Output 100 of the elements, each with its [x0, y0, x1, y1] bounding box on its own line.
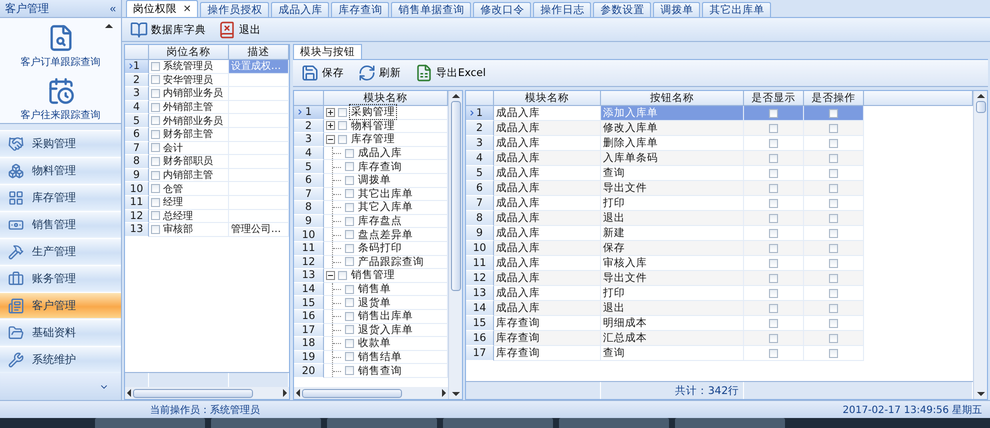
checkbox[interactable] [345, 244, 354, 253]
tab[interactable]: 其它出库单 [702, 2, 772, 17]
horizontal-scrollbar[interactable] [125, 387, 289, 399]
module-button[interactable]: 销售管理 [0, 211, 121, 237]
checkbox[interactable] [345, 162, 354, 172]
checkbox[interactable] [829, 214, 838, 222]
checkbox[interactable] [829, 108, 838, 118]
tree-node[interactable]: 采购管理 [324, 106, 448, 120]
collapse-icon[interactable] [326, 134, 335, 144]
checkbox[interactable] [829, 258, 838, 268]
checkbox[interactable] [769, 334, 778, 342]
tree-node[interactable]: 条码打印 [324, 242, 448, 256]
checkbox[interactable] [829, 138, 838, 148]
module-button[interactable]: 采购管理 [0, 130, 121, 156]
checkbox[interactable] [151, 184, 160, 194]
checkbox[interactable] [345, 148, 354, 158]
checkbox[interactable] [769, 138, 778, 148]
tab[interactable]: 操作日志 [533, 2, 592, 17]
checkbox[interactable] [345, 230, 354, 240]
shortcut-item[interactable]: 客户订单跟踪查询 [20, 24, 100, 69]
tree-node[interactable]: 销售管理 [324, 269, 448, 283]
module-button[interactable]: 客户管理 [0, 292, 121, 318]
checkbox[interactable] [769, 274, 778, 282]
tree-node[interactable]: 退货入库单 [324, 324, 448, 338]
checkbox[interactable] [769, 168, 778, 178]
checkbox[interactable] [769, 198, 778, 208]
tab[interactable]: 库存查询 [331, 2, 390, 17]
tree-node[interactable]: 销售查询 [324, 364, 448, 378]
module-button[interactable]: 物料管理 [0, 157, 121, 183]
checkbox[interactable] [829, 244, 838, 252]
checkbox[interactable] [345, 189, 354, 198]
tab[interactable]: 参数设置 [593, 2, 652, 17]
checkbox[interactable] [151, 224, 160, 234]
checkbox[interactable] [345, 352, 354, 362]
checkbox[interactable] [769, 318, 778, 328]
expand-icon[interactable] [326, 121, 335, 130]
shortcut-item[interactable]: 客户往来跟踪查询 [20, 77, 100, 122]
checkbox[interactable] [769, 124, 778, 132]
tree-node[interactable]: 调拨单 [324, 174, 448, 188]
checkbox[interactable] [769, 348, 778, 358]
checkbox[interactable] [345, 216, 354, 226]
tree-node[interactable]: 成品入库 [324, 146, 448, 160]
checkbox[interactable] [829, 274, 838, 282]
module-button[interactable]: 库存管理 [0, 184, 121, 210]
tree-node[interactable]: 库存管理 [324, 133, 448, 147]
module-button[interactable]: 生产管理 [0, 238, 121, 264]
checkbox[interactable] [829, 168, 838, 178]
tab[interactable]: 成品入库 [271, 2, 330, 17]
tree-node[interactable]: 盘点差异单 [324, 228, 448, 242]
horizontal-scrollbar[interactable] [294, 387, 448, 399]
module-button[interactable]: 基础资料 [0, 319, 121, 345]
toolbar-button[interactable]: 退出 [216, 20, 263, 38]
checkbox[interactable] [151, 102, 160, 112]
checkbox[interactable] [769, 244, 778, 252]
checkbox[interactable] [829, 184, 838, 192]
tab[interactable]: 调拨单 [653, 2, 700, 17]
checkbox[interactable] [769, 228, 778, 238]
checkbox[interactable] [151, 143, 160, 152]
checkbox[interactable] [151, 88, 160, 98]
tree-node[interactable]: 产品跟踪查询 [324, 256, 448, 270]
checkbox[interactable] [829, 198, 838, 208]
checkbox[interactable] [769, 288, 778, 298]
checkbox[interactable] [151, 211, 160, 220]
checkbox[interactable] [345, 325, 354, 334]
tab[interactable]: 销售单据查询 [391, 2, 472, 17]
toolbar-button[interactable]: 导出Excel [413, 64, 488, 82]
expand-icon[interactable] [326, 108, 335, 117]
checkbox[interactable] [769, 108, 778, 118]
checkbox[interactable] [829, 334, 838, 342]
toolbar-button[interactable]: 数据库字典 [128, 20, 208, 38]
tree-node[interactable]: 库存查询 [324, 160, 448, 174]
checkbox[interactable] [829, 154, 838, 162]
scroll-up-icon[interactable] [105, 24, 113, 28]
checkbox[interactable] [338, 108, 347, 117]
checkbox[interactable] [345, 338, 354, 348]
checkbox[interactable] [829, 228, 838, 238]
checkbox[interactable] [769, 154, 778, 162]
close-icon[interactable]: ✕ [183, 4, 192, 14]
checkbox[interactable] [338, 121, 347, 130]
tree-node[interactable]: 其它出库单 [324, 188, 448, 202]
toolbar-button[interactable]: 刷新 [356, 64, 403, 82]
panel-tab[interactable]: 模块与按钮 [293, 44, 362, 59]
checkbox[interactable] [769, 184, 778, 192]
checkbox[interactable] [345, 366, 354, 376]
checkbox[interactable] [345, 202, 354, 212]
tree-node[interactable]: 销售出库单 [324, 310, 448, 324]
module-button[interactable]: 账务管理 [0, 265, 121, 291]
checkbox[interactable] [829, 318, 838, 328]
module-button[interactable]: 系统维护 [0, 346, 121, 372]
vertical-scrollbar[interactable] [448, 91, 462, 399]
checkbox[interactable] [151, 75, 160, 84]
toolbar-button[interactable]: 保存 [299, 64, 346, 82]
checkbox[interactable] [769, 258, 778, 268]
tree-node[interactable]: 收款单 [324, 337, 448, 351]
vertical-scrollbar[interactable] [973, 91, 987, 399]
tree-node[interactable]: 物料管理 [324, 120, 448, 134]
checkbox[interactable] [338, 134, 347, 144]
tab[interactable]: 修改口令 [473, 2, 532, 17]
checkbox[interactable] [829, 304, 838, 312]
checkbox[interactable] [151, 130, 160, 139]
